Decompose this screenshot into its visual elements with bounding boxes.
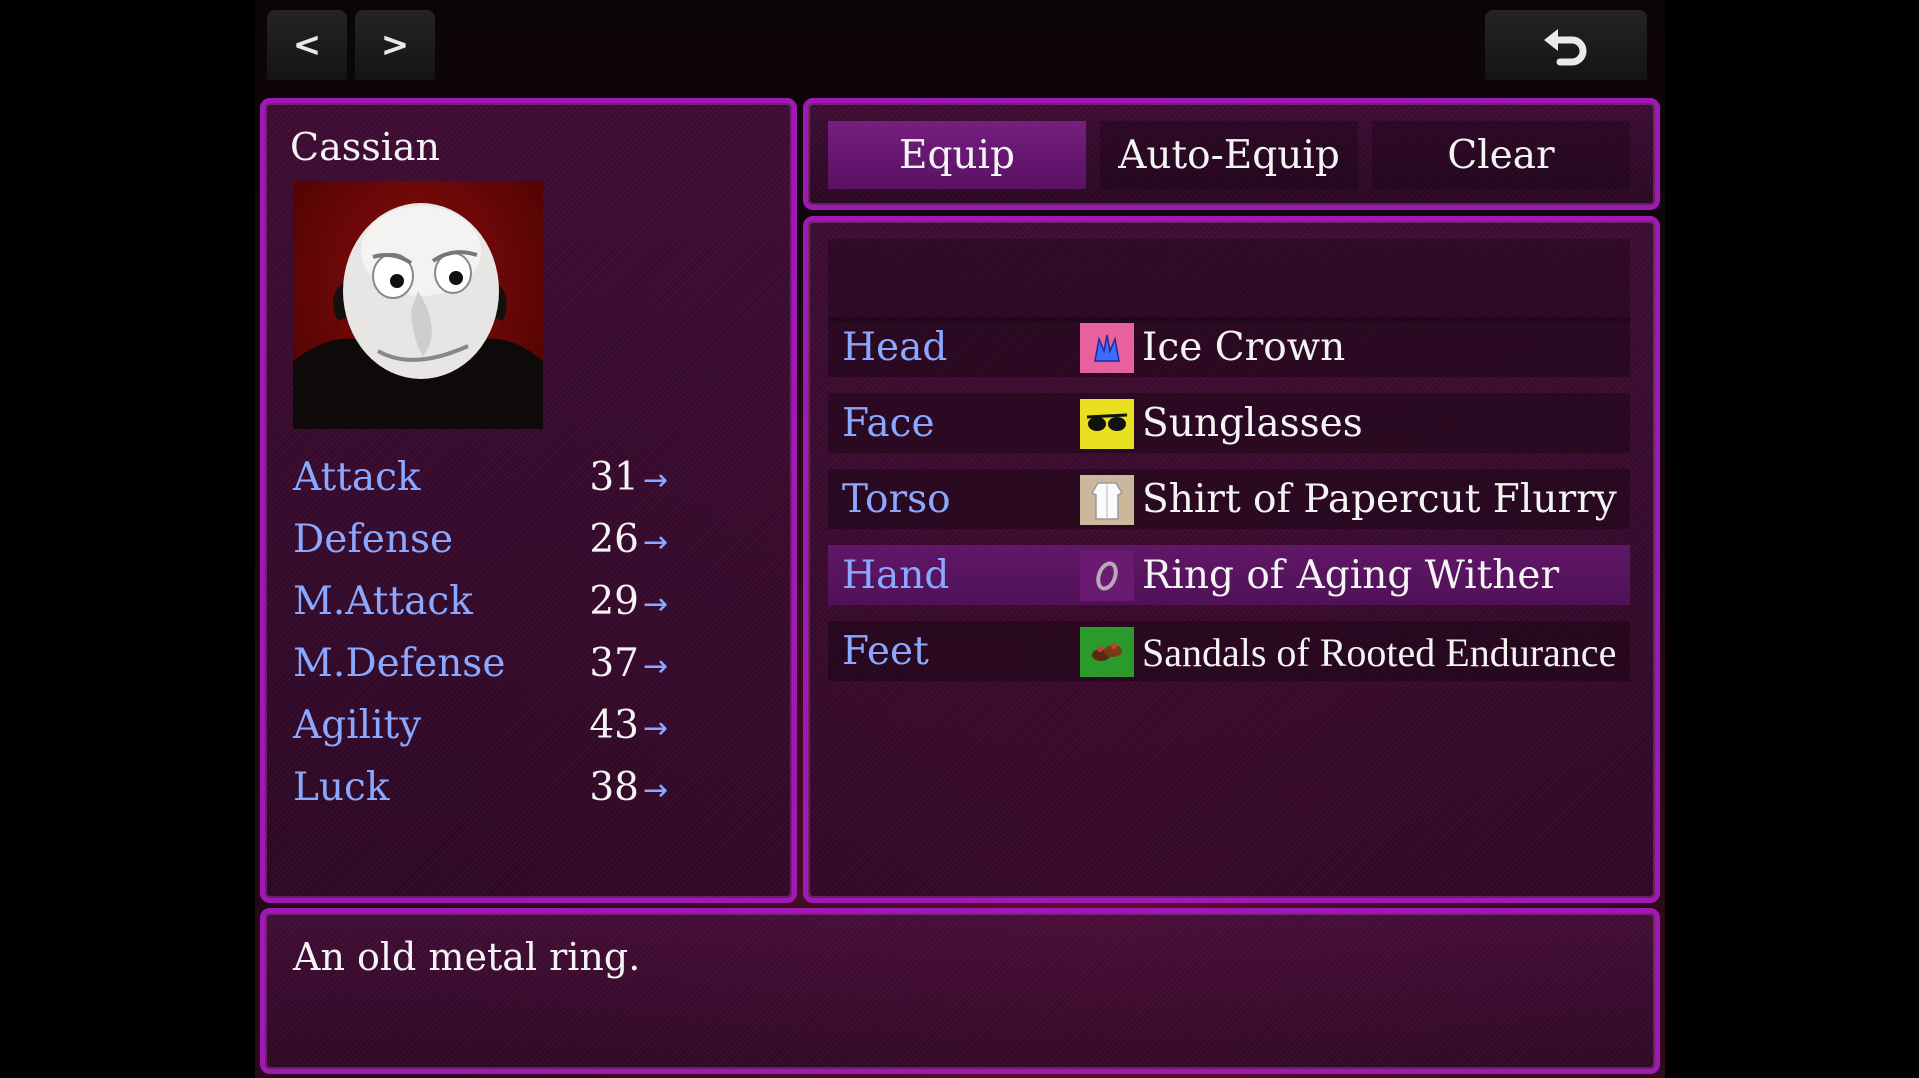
next-label: > (380, 25, 410, 65)
sandals-icon (1080, 627, 1134, 677)
slot-header-blank (828, 239, 1630, 323)
slot-row-feet[interactable]: Feet Sandals of Rooted Endurance (828, 621, 1630, 681)
stat-value-luck: 38 (589, 765, 639, 810)
stat-value-m-attack: 29 (589, 579, 639, 624)
slot-name-torso: Torso (842, 477, 951, 522)
slot-row-hand[interactable]: Hand Ring of Aging Wither (828, 545, 1630, 605)
auto-equip-command[interactable]: Auto-Equip (1100, 121, 1358, 189)
slot-name-head: Head (842, 325, 948, 370)
equip-slot-window: Head Ice Crown Face Sunglasses Torso Shi… (803, 216, 1660, 903)
undo-arrow-icon (1544, 29, 1587, 66)
prev-label: < (292, 25, 322, 65)
next-actor-button[interactable]: > (355, 10, 435, 80)
ring-icon (1080, 551, 1134, 601)
sunglasses-icon (1080, 399, 1134, 449)
stat-arrow-attack: → (643, 463, 669, 498)
stat-arrow-defense: → (643, 525, 669, 560)
ice-crown-icon (1080, 323, 1134, 373)
clear-command[interactable]: Clear (1372, 121, 1630, 189)
stat-value-agility: 43 (589, 703, 639, 748)
item-name-feet: Sandals of Rooted Endurance (1142, 630, 1617, 675)
stat-value-attack: 31 (589, 455, 639, 500)
slot-name-face: Face (842, 401, 935, 446)
stat-value-m-defense: 37 (589, 641, 639, 686)
slot-name-hand: Hand (842, 553, 950, 598)
item-name-torso: Shirt of Papercut Flurry (1142, 477, 1617, 522)
stat-arrow-agility: → (643, 711, 669, 746)
prev-actor-button[interactable]: < (267, 10, 347, 80)
shirt-icon (1080, 475, 1134, 525)
slot-row-face[interactable]: Face Sunglasses (828, 393, 1630, 453)
stat-label-attack: Attack (293, 455, 421, 500)
game-screen: < > Cassian Attack 31 → Defense 26 → M.A… (255, 0, 1665, 1078)
slot-name-feet: Feet (842, 629, 929, 674)
item-name-face: Sunglasses (1142, 401, 1363, 446)
stat-label-m-defense: M.Defense (293, 641, 506, 686)
stat-label-agility: Agility (293, 703, 422, 748)
stat-label-defense: Defense (293, 517, 454, 562)
item-name-head: Ice Crown (1142, 325, 1346, 370)
equip-command-window: Equip Auto-Equip Clear (803, 98, 1660, 210)
stat-label-luck: Luck (293, 765, 390, 810)
stat-arrow-m-defense: → (643, 649, 669, 684)
stat-value-defense: 26 (589, 517, 639, 562)
slot-row-torso[interactable]: Torso Shirt of Papercut Flurry (828, 469, 1630, 529)
item-name-hand: Ring of Aging Wither (1142, 553, 1560, 598)
stat-arrow-luck: → (643, 773, 669, 808)
help-window: An old metal ring. (260, 908, 1660, 1074)
actor-status-window: Cassian Attack 31 → Defense 26 → M.Attac… (260, 98, 797, 903)
actor-portrait (293, 181, 543, 429)
actor-name: Cassian (290, 125, 441, 169)
stat-label-m-attack: M.Attack (293, 579, 473, 624)
help-text: An old metal ring. (293, 935, 641, 979)
pale-gremlin-face-portrait (293, 203, 543, 429)
stat-arrow-m-attack: → (643, 587, 669, 622)
back-button[interactable] (1485, 10, 1647, 80)
slot-row-head[interactable]: Head Ice Crown (828, 317, 1630, 377)
equip-command[interactable]: Equip (828, 121, 1086, 189)
